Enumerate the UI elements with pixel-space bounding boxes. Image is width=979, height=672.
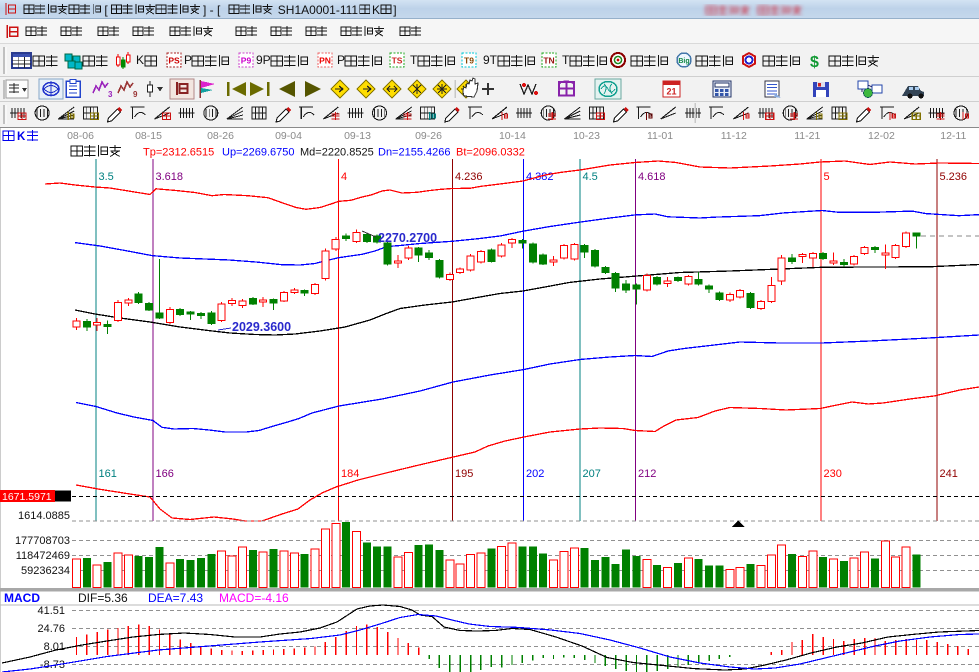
svg-text:241: 241 [940,468,958,480]
svg-text:9: 9 [133,90,138,99]
svg-text:Md=2220.8525: Md=2220.8525 [300,147,374,159]
svg-text:Tp=2312.6515: Tp=2312.6515 [143,147,214,159]
svg-text:4.618: 4.618 [638,171,666,183]
svg-text:08-26: 08-26 [207,130,234,142]
svg-text:3: 3 [108,90,113,99]
svg-text:11-01: 11-01 [647,130,673,142]
svg-text:11-12: 11-12 [721,130,747,142]
svg-text:10-23: 10-23 [573,130,600,142]
svg-text:Bt=2096.0332: Bt=2096.0332 [456,147,525,159]
svg-text:184: 184 [341,468,359,480]
svg-text:11-21: 11-21 [794,130,820,142]
svg-text:1614.0885: 1614.0885 [18,510,70,522]
svg-text:P9: P9 [241,56,252,66]
svg-text:DEA=7.43: DEA=7.43 [148,591,203,605]
svg-text:Big: Big [678,58,689,65]
svg-text:T9: T9 [464,56,474,66]
svg-text:3.5: 3.5 [99,171,114,183]
svg-text:21: 21 [666,87,676,97]
svg-text:09-04: 09-04 [275,130,302,142]
svg-text:P: P [337,53,345,67]
svg-text:195: 195 [455,468,473,480]
svg-text:12-11: 12-11 [940,130,966,142]
svg-text:12-02: 12-02 [868,130,895,142]
svg-text:207: 207 [583,468,601,480]
svg-text:59236234: 59236234 [21,565,70,577]
svg-text:118472469: 118472469 [16,550,70,562]
svg-text:Dn=2155.4266: Dn=2155.4266 [378,147,450,159]
svg-text:08-15: 08-15 [135,130,162,142]
svg-text:PN: PN [319,56,331,66]
svg-text:TS: TS [392,56,403,66]
svg-text:3.618: 3.618 [156,171,184,183]
svg-text:K: K [372,3,380,17]
svg-text:166: 166 [156,468,174,480]
svg-text:4.236: 4.236 [455,171,483,183]
svg-text:K: K [136,53,144,67]
svg-text:161: 161 [99,468,117,480]
svg-text:230: 230 [824,468,842,480]
svg-text:09-26: 09-26 [415,130,442,142]
svg-text:4: 4 [341,171,347,183]
svg-text:TN: TN [543,56,554,66]
svg-text:9T: 9T [483,53,498,67]
svg-text:MACD=-4.16: MACD=-4.16 [219,591,289,605]
svg-text:5: 5 [824,171,830,183]
svg-text:4.5: 4.5 [583,171,598,183]
svg-text:9P: 9P [256,53,271,67]
svg-text:] - [: ] - [ [203,3,221,17]
svg-text:MACD: MACD [4,591,40,605]
svg-text:8.01: 8.01 [44,641,65,653]
svg-text:212: 212 [638,468,656,480]
svg-text:T: T [410,53,418,67]
svg-text:5.236: 5.236 [940,171,968,183]
svg-text:41.51: 41.51 [37,605,65,617]
svg-text:Up=2269.6750: Up=2269.6750 [222,147,294,159]
svg-text:DIF=5.36: DIF=5.36 [78,591,128,605]
svg-text:10-14: 10-14 [499,130,526,142]
svg-text:177708703: 177708703 [15,535,70,547]
svg-text:24.76: 24.76 [37,623,65,635]
svg-text:08-06: 08-06 [67,130,94,142]
svg-text:2270.2700: 2270.2700 [378,231,437,245]
svg-text:]: ] [393,3,396,17]
svg-text:SH1A0001-111: SH1A0001-111 [278,3,359,17]
svg-text:$: $ [810,54,819,71]
svg-text:09-13: 09-13 [344,130,371,142]
svg-text:P: P [184,53,192,67]
svg-text:T: T [562,53,570,67]
svg-text:1671.5971: 1671.5971 [2,491,52,503]
svg-text:2029.3600: 2029.3600 [232,320,291,334]
svg-text:202: 202 [526,468,544,480]
svg-text:PS: PS [168,56,180,66]
svg-text:K: K [17,131,26,143]
